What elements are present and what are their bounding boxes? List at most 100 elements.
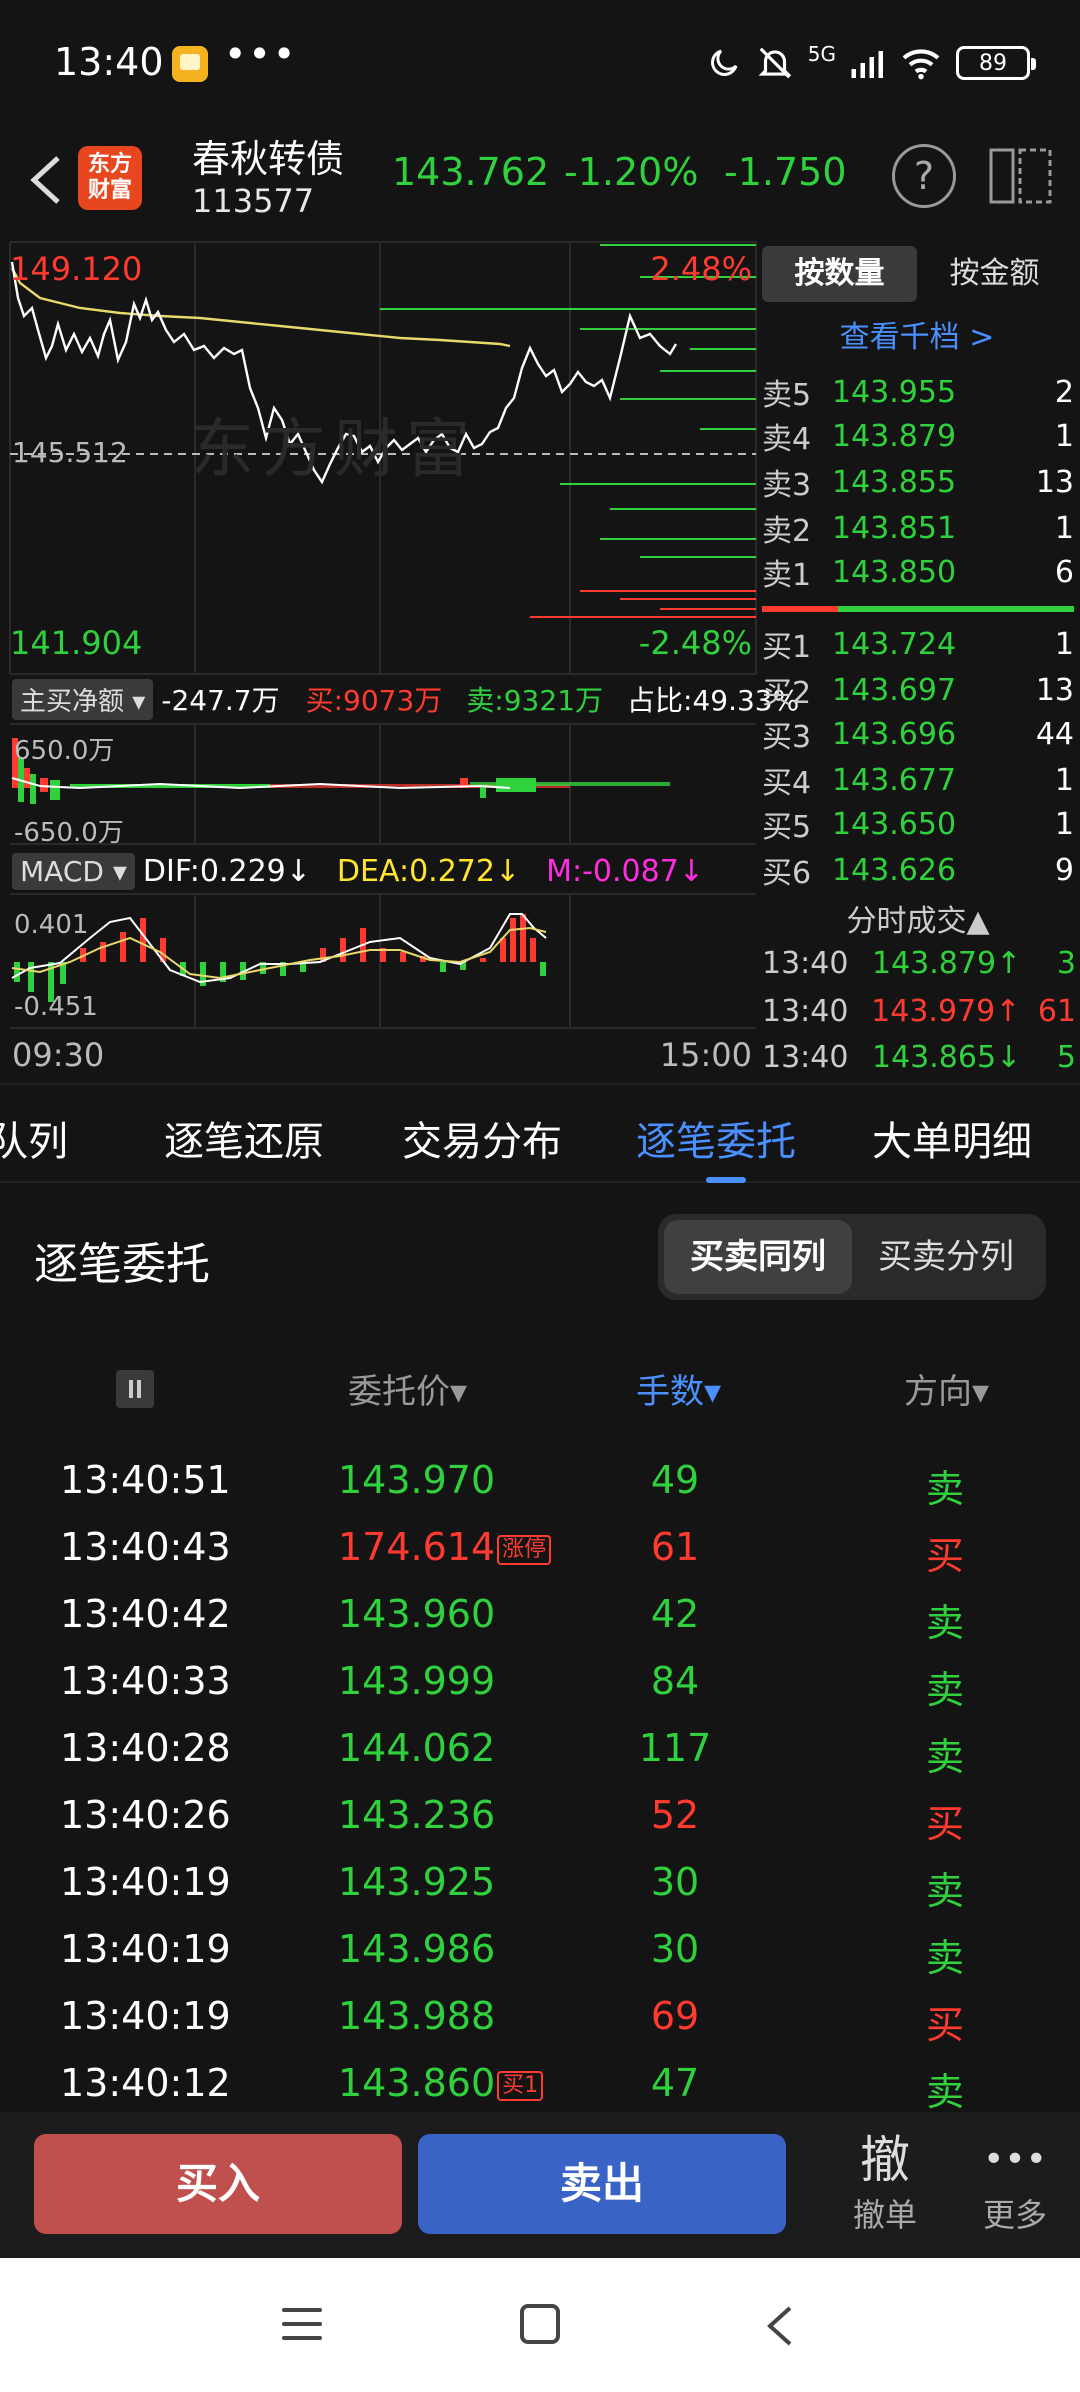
macd-dea: DEA:0.272↓ [336, 853, 521, 889]
back-arrow-icon[interactable] [22, 150, 72, 210]
bid-row[interactable]: 买3 143.696 44 [762, 712, 1074, 756]
trade-row[interactable]: 13:40 143.879↑ 3 [762, 940, 1080, 986]
indicator-label: MACD [20, 854, 104, 888]
order-direction: 买 [925, 1534, 964, 1578]
time-sales-header[interactable]: 分时成交▲ [762, 896, 1074, 940]
column-header-direction[interactable]: 方向▾ [904, 1364, 989, 1413]
tab-large-orders[interactable]: 大单明细 [872, 1109, 1032, 1167]
app-logo: 东方 财富 [78, 146, 142, 210]
sell-button[interactable]: 卖出 [418, 2134, 786, 2234]
layout-switch-icon[interactable] [988, 144, 1054, 208]
order-row[interactable]: 13:40:12 143.860 买1 47 卖 [0, 2051, 1080, 2118]
order-price-value: 143.999 [338, 1659, 496, 1703]
order-row[interactable]: 13:40:19 143.925 30 卖 [0, 1850, 1080, 1917]
order-row[interactable]: 13:40:43 174.614 涨停 61 买 [0, 1515, 1080, 1582]
ask-row[interactable]: 卖3 143.855 13 [762, 460, 1074, 504]
bid-row[interactable]: 买6 143.626 9 [762, 848, 1074, 892]
ask-volume: 1 [1054, 510, 1074, 546]
bid-price: 143.626 [832, 852, 957, 888]
order-price: 144.062 [338, 1726, 495, 1770]
column-header-quantity[interactable]: 手数▾ [636, 1364, 721, 1413]
trade-row[interactable]: 13:40 143.979↑ 61 [762, 988, 1080, 1034]
tab-tick-orders[interactable]: 逐笔委托 [636, 1109, 796, 1167]
time-end-label: 15:00 [659, 1036, 752, 1074]
ask-row[interactable]: 卖5 143.955 2 [762, 370, 1074, 414]
bid-label: 买4 [762, 766, 812, 801]
order-row[interactable]: 13:40:26 143.236 52 买 [0, 1783, 1080, 1850]
order-quantity: 84 [650, 1659, 700, 1703]
order-price-value: 143.970 [338, 1458, 496, 1502]
column-header-price[interactable]: 委托价▾ [348, 1364, 467, 1413]
order-price: 143.986 [338, 1927, 495, 1971]
cancel-label: 撤单 [852, 2196, 917, 2234]
help-icon[interactable]: ? [892, 144, 956, 208]
by-quantity-tab[interactable]: 按数量 [762, 246, 917, 302]
order-row[interactable]: 13:40:51 143.970 49 卖 [0, 1448, 1080, 1515]
tab-tick-restore[interactable]: 逐笔还原 [164, 1109, 324, 1167]
order-price: 143.988 [338, 1994, 495, 2038]
nav-back-icon[interactable] [760, 2302, 800, 2350]
order-time: 13:40:26 [60, 1793, 231, 1837]
bid-row[interactable]: 买2 143.697 13 [762, 668, 1074, 712]
order-price-value: 144.062 [338, 1726, 496, 1770]
order-book-panel: 按数量 按金额 查看千档 > 卖5 143.955 2 卖4 143.879 1 卖3 1… [762, 238, 1080, 1083]
time-start-label: 09:30 [12, 1036, 105, 1074]
tab-queue[interactable]: 队列 [0, 1109, 68, 1167]
ask-row[interactable]: 卖1 143.850 6 [762, 550, 1074, 594]
tab-trade-distribution[interactable]: 交易分布 [402, 1109, 562, 1167]
order-price: 143.970 [338, 1458, 495, 1502]
by-amount-tab[interactable]: 按金额 [917, 246, 1072, 302]
ask-row[interactable]: 卖4 143.879 1 [762, 414, 1074, 458]
trade-row[interactable]: 13:40 143.865↓ 5 [762, 1034, 1080, 1080]
intraday-chart[interactable]: 149.120 2.48% 东方财富 145.512 141.904 -2.48… [0, 238, 799, 1083]
low-pct-label: -2.48% [638, 624, 752, 662]
order-row[interactable]: 13:40:42 143.960 42 卖 [0, 1582, 1080, 1649]
buy-button[interactable]: 买入 [34, 2134, 402, 2234]
home-icon[interactable] [520, 2304, 560, 2344]
order-row[interactable]: 13:40:28 144.062 117 卖 [0, 1716, 1080, 1783]
battery-icon: 89 [956, 46, 1036, 80]
order-tag: 买1 [497, 2070, 544, 2101]
high-price-label: 149.120 [10, 250, 143, 288]
split-column-option[interactable]: 买卖分列 [852, 1220, 1040, 1294]
volume-bottom-label: -650.0万 [14, 818, 124, 848]
macd-dif: DIF:0.229↓ [142, 853, 311, 889]
bid-row[interactable]: 买4 143.677 1 [762, 758, 1074, 802]
trade-time: 13:40 [762, 945, 849, 981]
order-row[interactable]: 13:40:33 143.999 84 卖 [0, 1649, 1080, 1716]
order-tag: 涨停 [497, 1534, 552, 1565]
macd-bottom-label: -0.451 [14, 992, 98, 1022]
order-row[interactable]: 13:40:19 143.986 30 卖 [0, 1917, 1080, 1984]
status-icons: 5G 89 [706, 38, 1036, 88]
trade-volume: 61 [1037, 993, 1076, 1029]
same-column-option[interactable]: 买卖同列 [664, 1220, 852, 1294]
recent-apps-icon[interactable] [282, 2308, 322, 2342]
ask-volume: 1 [1054, 418, 1074, 454]
mute-bell-icon [758, 47, 792, 79]
pause-icon[interactable] [116, 1370, 154, 1408]
view-depth-link[interactable]: 查看千档 > [762, 312, 1072, 356]
notification-app-icon [172, 46, 208, 82]
ask-row[interactable]: 卖2 143.851 1 [762, 506, 1074, 550]
order-direction: 卖 [925, 1936, 964, 1980]
stock-price: 143.762 [392, 150, 550, 194]
net-flow-dropdown[interactable]: 主买净额 ▾ [12, 678, 154, 720]
ask-label: 卖2 [762, 514, 812, 549]
bid-row[interactable]: 买1 143.724 1 [762, 622, 1074, 666]
order-row[interactable]: 13:40:19 143.988 69 买 [0, 1984, 1080, 2051]
indicator-dropdown[interactable]: MACD ▾ [12, 852, 135, 890]
ask-label: 卖5 [762, 378, 812, 413]
order-price: 143.236 [338, 1793, 495, 1837]
stock-change-percent: -1.20% [564, 150, 699, 194]
bid-price: 143.724 [832, 626, 957, 662]
cancel-order-button[interactable]: 撤 撤单 [830, 2130, 940, 2236]
order-quantity: 69 [650, 1994, 700, 2038]
stock-name[interactable]: 春秋转债 [192, 128, 344, 183]
more-notifications-icon: ••• [224, 32, 298, 76]
macd-bars [14, 914, 546, 1002]
more-button[interactable]: ••• 更多 [960, 2130, 1070, 2236]
net-flow-value: -247.7万 [161, 684, 280, 717]
order-price: 143.960 [338, 1592, 495, 1636]
bid-row[interactable]: 买5 143.650 1 [762, 802, 1074, 846]
order-direction: 卖 [925, 1869, 964, 1913]
